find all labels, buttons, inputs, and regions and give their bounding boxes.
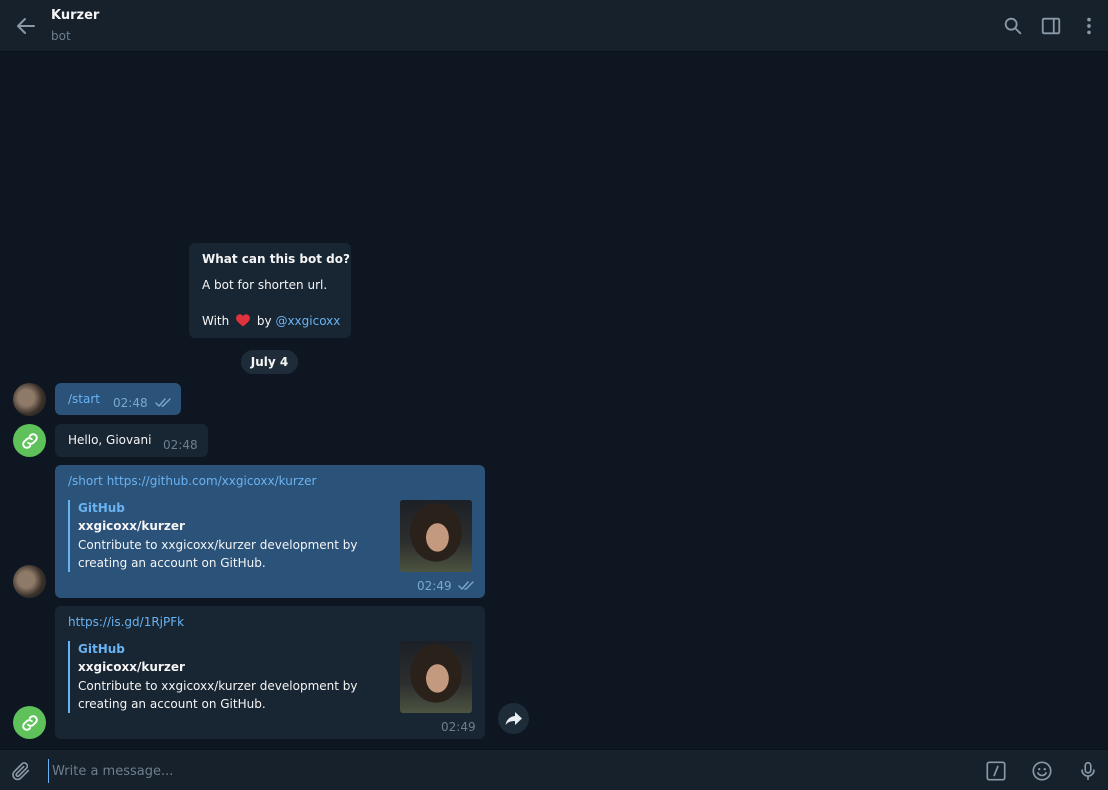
message-bubble-outgoing[interactable]: /short https://github.com/xxgicoxx/kurze… — [55, 465, 485, 598]
date-separator: July 4 — [241, 350, 298, 374]
sidebar-toggle-icon[interactable] — [1040, 15, 1062, 37]
link-icon — [21, 432, 38, 449]
bot-info-credit: With by @xxgicoxx — [202, 313, 340, 328]
message-text: Hello, Giovani — [68, 433, 152, 447]
forward-icon — [505, 712, 522, 725]
with-text: With — [202, 314, 230, 328]
search-icon[interactable] — [1002, 15, 1024, 37]
preview-title: xxgicoxx/kurzer — [78, 519, 185, 533]
preview-site-name: GitHub — [78, 642, 125, 656]
preview-thumbnail[interactable] — [400, 641, 472, 713]
message-bubble-incoming[interactable]: https://is.gd/1RjPFk GitHub xxgicoxx/kur… — [55, 606, 485, 739]
message-bubble-outgoing[interactable]: /start 02:48 — [55, 383, 181, 415]
heart-icon — [236, 314, 251, 327]
bot-info-title: What can this bot do? — [202, 252, 350, 266]
message-bubble-incoming[interactable]: Hello, Giovani 02:48 — [55, 424, 208, 457]
message-input[interactable] — [48, 759, 954, 783]
message-link[interactable]: https://is.gd/1RjPFk — [68, 615, 184, 629]
preview-title: xxgicoxx/kurzer — [78, 660, 185, 674]
chat-subtitle: bot — [51, 29, 71, 43]
message-time: 02:49 — [417, 579, 452, 593]
message-time: 02:49 — [441, 720, 476, 734]
arrow-left-icon[interactable] — [14, 14, 38, 38]
bot-info-card: What can this bot do? A bot for shorten … — [189, 243, 351, 338]
forward-button[interactable] — [498, 703, 529, 734]
user-avatar[interactable] — [13, 565, 46, 598]
message-link[interactable]: /short https://github.com/xxgicoxx/kurze… — [68, 474, 316, 488]
user-avatar[interactable] — [13, 383, 46, 416]
preview-description: Contribute to xxgicoxx/kurzer developmen… — [78, 679, 358, 711]
bot-info-description: A bot for shorten url. — [202, 278, 328, 292]
message-time: 02:48 — [163, 438, 198, 452]
preview-description: Contribute to xxgicoxx/kurzer developmen… — [78, 538, 358, 570]
chat-title[interactable]: Kurzer — [51, 8, 99, 23]
microphone-icon[interactable] — [1077, 760, 1099, 782]
chat-header: Kurzer bot — [0, 0, 1108, 52]
link-icon — [21, 714, 38, 731]
message-time: 02:48 — [113, 396, 148, 410]
paperclip-icon[interactable] — [10, 760, 32, 782]
more-vertical-icon[interactable] — [1078, 15, 1100, 37]
emoji-icon[interactable] — [1031, 760, 1053, 782]
preview-accent-bar — [68, 641, 70, 713]
by-text: by — [256, 314, 272, 328]
author-mention-link[interactable]: @xxgicoxx — [275, 314, 340, 328]
bot-avatar[interactable] — [13, 706, 46, 739]
message-composer — [0, 749, 1108, 790]
preview-site-name: GitHub — [78, 501, 125, 515]
read-checkmarks-icon — [458, 581, 474, 590]
preview-accent-bar — [68, 500, 70, 572]
slash-command-icon[interactable] — [985, 760, 1007, 782]
read-checkmarks-icon — [155, 398, 171, 407]
preview-thumbnail[interactable] — [400, 500, 472, 572]
message-text[interactable]: /start — [68, 392, 100, 406]
bot-avatar[interactable] — [13, 424, 46, 457]
